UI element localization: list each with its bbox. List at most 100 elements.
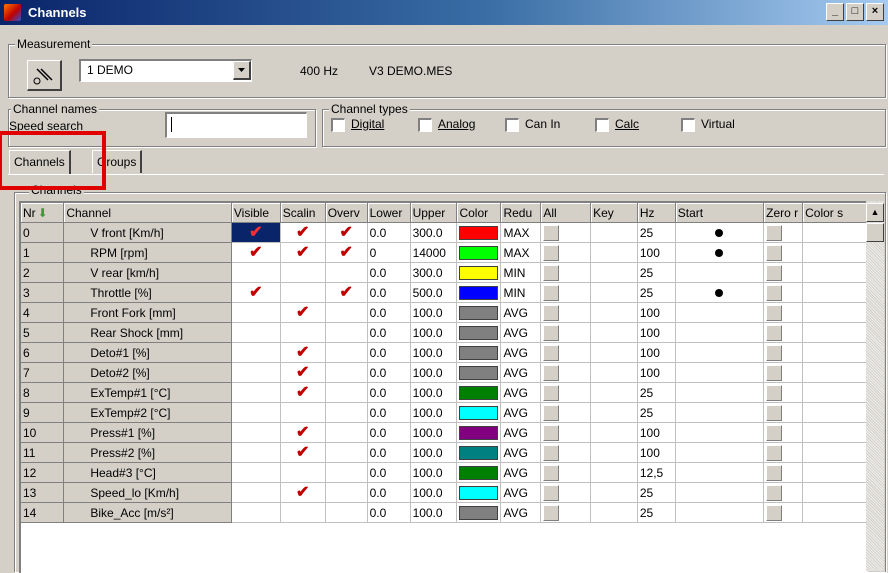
cell-key[interactable] bbox=[590, 282, 638, 303]
column-header-zero-r[interactable]: Zero r bbox=[763, 203, 804, 223]
cell-overview[interactable] bbox=[325, 402, 368, 423]
cell-lower[interactable]: 0.0 bbox=[367, 282, 411, 303]
cell-reduction[interactable]: AVG bbox=[500, 402, 542, 423]
cell-start[interactable] bbox=[675, 482, 765, 503]
cell-start[interactable] bbox=[675, 422, 765, 443]
checkbox-box[interactable] bbox=[595, 117, 609, 132]
color-swatch[interactable] bbox=[459, 325, 499, 340]
cell-zero[interactable] bbox=[763, 422, 804, 443]
zero-checkbox[interactable] bbox=[766, 444, 783, 461]
cell-color[interactable] bbox=[456, 302, 502, 323]
cell-key[interactable] bbox=[590, 442, 638, 463]
column-header-nr[interactable]: Nr ⬇ bbox=[21, 203, 65, 223]
cell-key[interactable] bbox=[590, 422, 638, 443]
cell-key[interactable] bbox=[590, 302, 638, 323]
cell-channel[interactable]: Deto#2 [%] bbox=[63, 362, 232, 383]
cell-zero[interactable] bbox=[763, 342, 804, 363]
cell-start[interactable] bbox=[675, 502, 765, 523]
cell-scaling[interactable]: ✔ bbox=[280, 482, 326, 503]
cell-lower[interactable]: 0.0 bbox=[367, 502, 411, 523]
cell-visible[interactable] bbox=[231, 362, 281, 383]
cell-visible[interactable]: ✔ bbox=[231, 222, 281, 243]
cell-color-scale[interactable] bbox=[802, 442, 868, 463]
virtual-checkbox[interactable]: Virtual bbox=[681, 117, 735, 132]
cell-hz[interactable]: 100 bbox=[637, 362, 676, 383]
cell-reduction[interactable]: MAX bbox=[500, 222, 542, 243]
column-header-scalin[interactable]: Scalin bbox=[280, 203, 326, 223]
cell-color[interactable] bbox=[456, 502, 502, 523]
cell-visible[interactable]: ✔ bbox=[231, 242, 281, 263]
cell-zero[interactable] bbox=[763, 242, 804, 263]
cell-all[interactable] bbox=[540, 382, 592, 403]
cell-lower[interactable]: 0.0 bbox=[367, 462, 411, 483]
cell-lower[interactable]: 0.0 bbox=[367, 382, 411, 403]
cell-lower[interactable]: 0.0 bbox=[367, 482, 411, 503]
cell-lower[interactable]: 0.0 bbox=[367, 422, 411, 443]
cell-upper[interactable]: 100.0 bbox=[410, 322, 458, 343]
cell-zero[interactable] bbox=[763, 462, 804, 483]
cell-color[interactable] bbox=[456, 242, 502, 263]
zero-checkbox[interactable] bbox=[766, 384, 783, 401]
column-header-color-s[interactable]: Color s bbox=[802, 203, 868, 223]
cell-lower[interactable]: 0.0 bbox=[367, 402, 411, 423]
cell-hz[interactable]: 100 bbox=[637, 302, 676, 323]
cell-zero[interactable] bbox=[763, 442, 804, 463]
cell-scaling[interactable]: ✔ bbox=[280, 442, 326, 463]
cell-color[interactable] bbox=[456, 222, 502, 243]
cell-lower[interactable]: 0.0 bbox=[367, 322, 411, 343]
color-swatch[interactable] bbox=[459, 285, 499, 300]
all-checkbox[interactable] bbox=[543, 264, 560, 281]
cell-upper[interactable]: 300.0 bbox=[410, 222, 458, 243]
digital-checkbox[interactable]: Digital bbox=[331, 117, 384, 132]
color-swatch[interactable] bbox=[459, 445, 499, 460]
color-swatch[interactable] bbox=[459, 365, 499, 380]
cell-overview[interactable] bbox=[325, 462, 368, 483]
cell-overview[interactable] bbox=[325, 342, 368, 363]
color-swatch[interactable] bbox=[459, 245, 499, 260]
close-button[interactable]: × bbox=[866, 3, 884, 21]
column-header-upper[interactable]: Upper bbox=[410, 203, 458, 223]
all-checkbox[interactable] bbox=[543, 384, 560, 401]
cell-start[interactable] bbox=[675, 222, 765, 243]
cell-zero[interactable] bbox=[763, 302, 804, 323]
column-header-start[interactable]: Start bbox=[675, 203, 765, 223]
column-header-redu[interactable]: Redu bbox=[500, 203, 542, 223]
all-checkbox[interactable] bbox=[543, 404, 560, 421]
all-checkbox[interactable] bbox=[543, 364, 560, 381]
table-row[interactable]: 14 Bike_Acc [m/s²] 0.0 100.0 AVG 25 bbox=[21, 502, 868, 523]
cell-hz[interactable]: 25 bbox=[637, 482, 676, 503]
cell-hz[interactable]: 100 bbox=[637, 422, 676, 443]
cell-reduction[interactable]: AVG bbox=[500, 322, 542, 343]
cell-overview[interactable] bbox=[325, 302, 368, 323]
all-checkbox[interactable] bbox=[543, 424, 560, 441]
can-in-checkbox[interactable]: Can In bbox=[505, 117, 560, 132]
cell-reduction[interactable]: AVG bbox=[500, 302, 542, 323]
cell-overview[interactable] bbox=[325, 482, 368, 503]
cell-lower[interactable]: 0.0 bbox=[367, 302, 411, 323]
cell-start[interactable] bbox=[675, 342, 765, 363]
zero-checkbox[interactable] bbox=[766, 464, 783, 481]
cell-color-scale[interactable] bbox=[802, 262, 868, 283]
cell-channel[interactable]: Head#3 [°C] bbox=[63, 462, 232, 483]
cell-visible[interactable] bbox=[231, 262, 281, 283]
table-row[interactable]: 5 Rear Shock [mm] 0.0 100.0 AVG 100 bbox=[21, 322, 868, 343]
cell-channel[interactable]: V front [Km/h] bbox=[63, 222, 232, 243]
cell-scaling[interactable]: ✔ bbox=[280, 242, 326, 263]
cell-scaling[interactable] bbox=[280, 282, 326, 303]
cell-zero[interactable] bbox=[763, 482, 804, 503]
table-row[interactable]: 8 ExTemp#1 [°C] ✔ 0.0 100.0 AVG 25 bbox=[21, 382, 868, 403]
cell-hz[interactable]: 25 bbox=[637, 282, 676, 303]
cell-scaling[interactable] bbox=[280, 462, 326, 483]
vertical-scrollbar[interactable]: ▲ bbox=[866, 201, 884, 571]
cell-all[interactable] bbox=[540, 282, 592, 303]
cell-color[interactable] bbox=[456, 482, 502, 503]
checkbox-box[interactable] bbox=[681, 117, 695, 132]
cell-key[interactable] bbox=[590, 502, 638, 523]
zero-checkbox[interactable] bbox=[766, 284, 783, 301]
cell-color[interactable] bbox=[456, 422, 502, 443]
cell-overview[interactable] bbox=[325, 362, 368, 383]
cell-color[interactable] bbox=[456, 442, 502, 463]
table-row[interactable]: 12 Head#3 [°C] 0.0 100.0 AVG 12,5 bbox=[21, 462, 868, 483]
cell-all[interactable] bbox=[540, 502, 592, 523]
column-header-channel[interactable]: Channel bbox=[63, 203, 232, 223]
